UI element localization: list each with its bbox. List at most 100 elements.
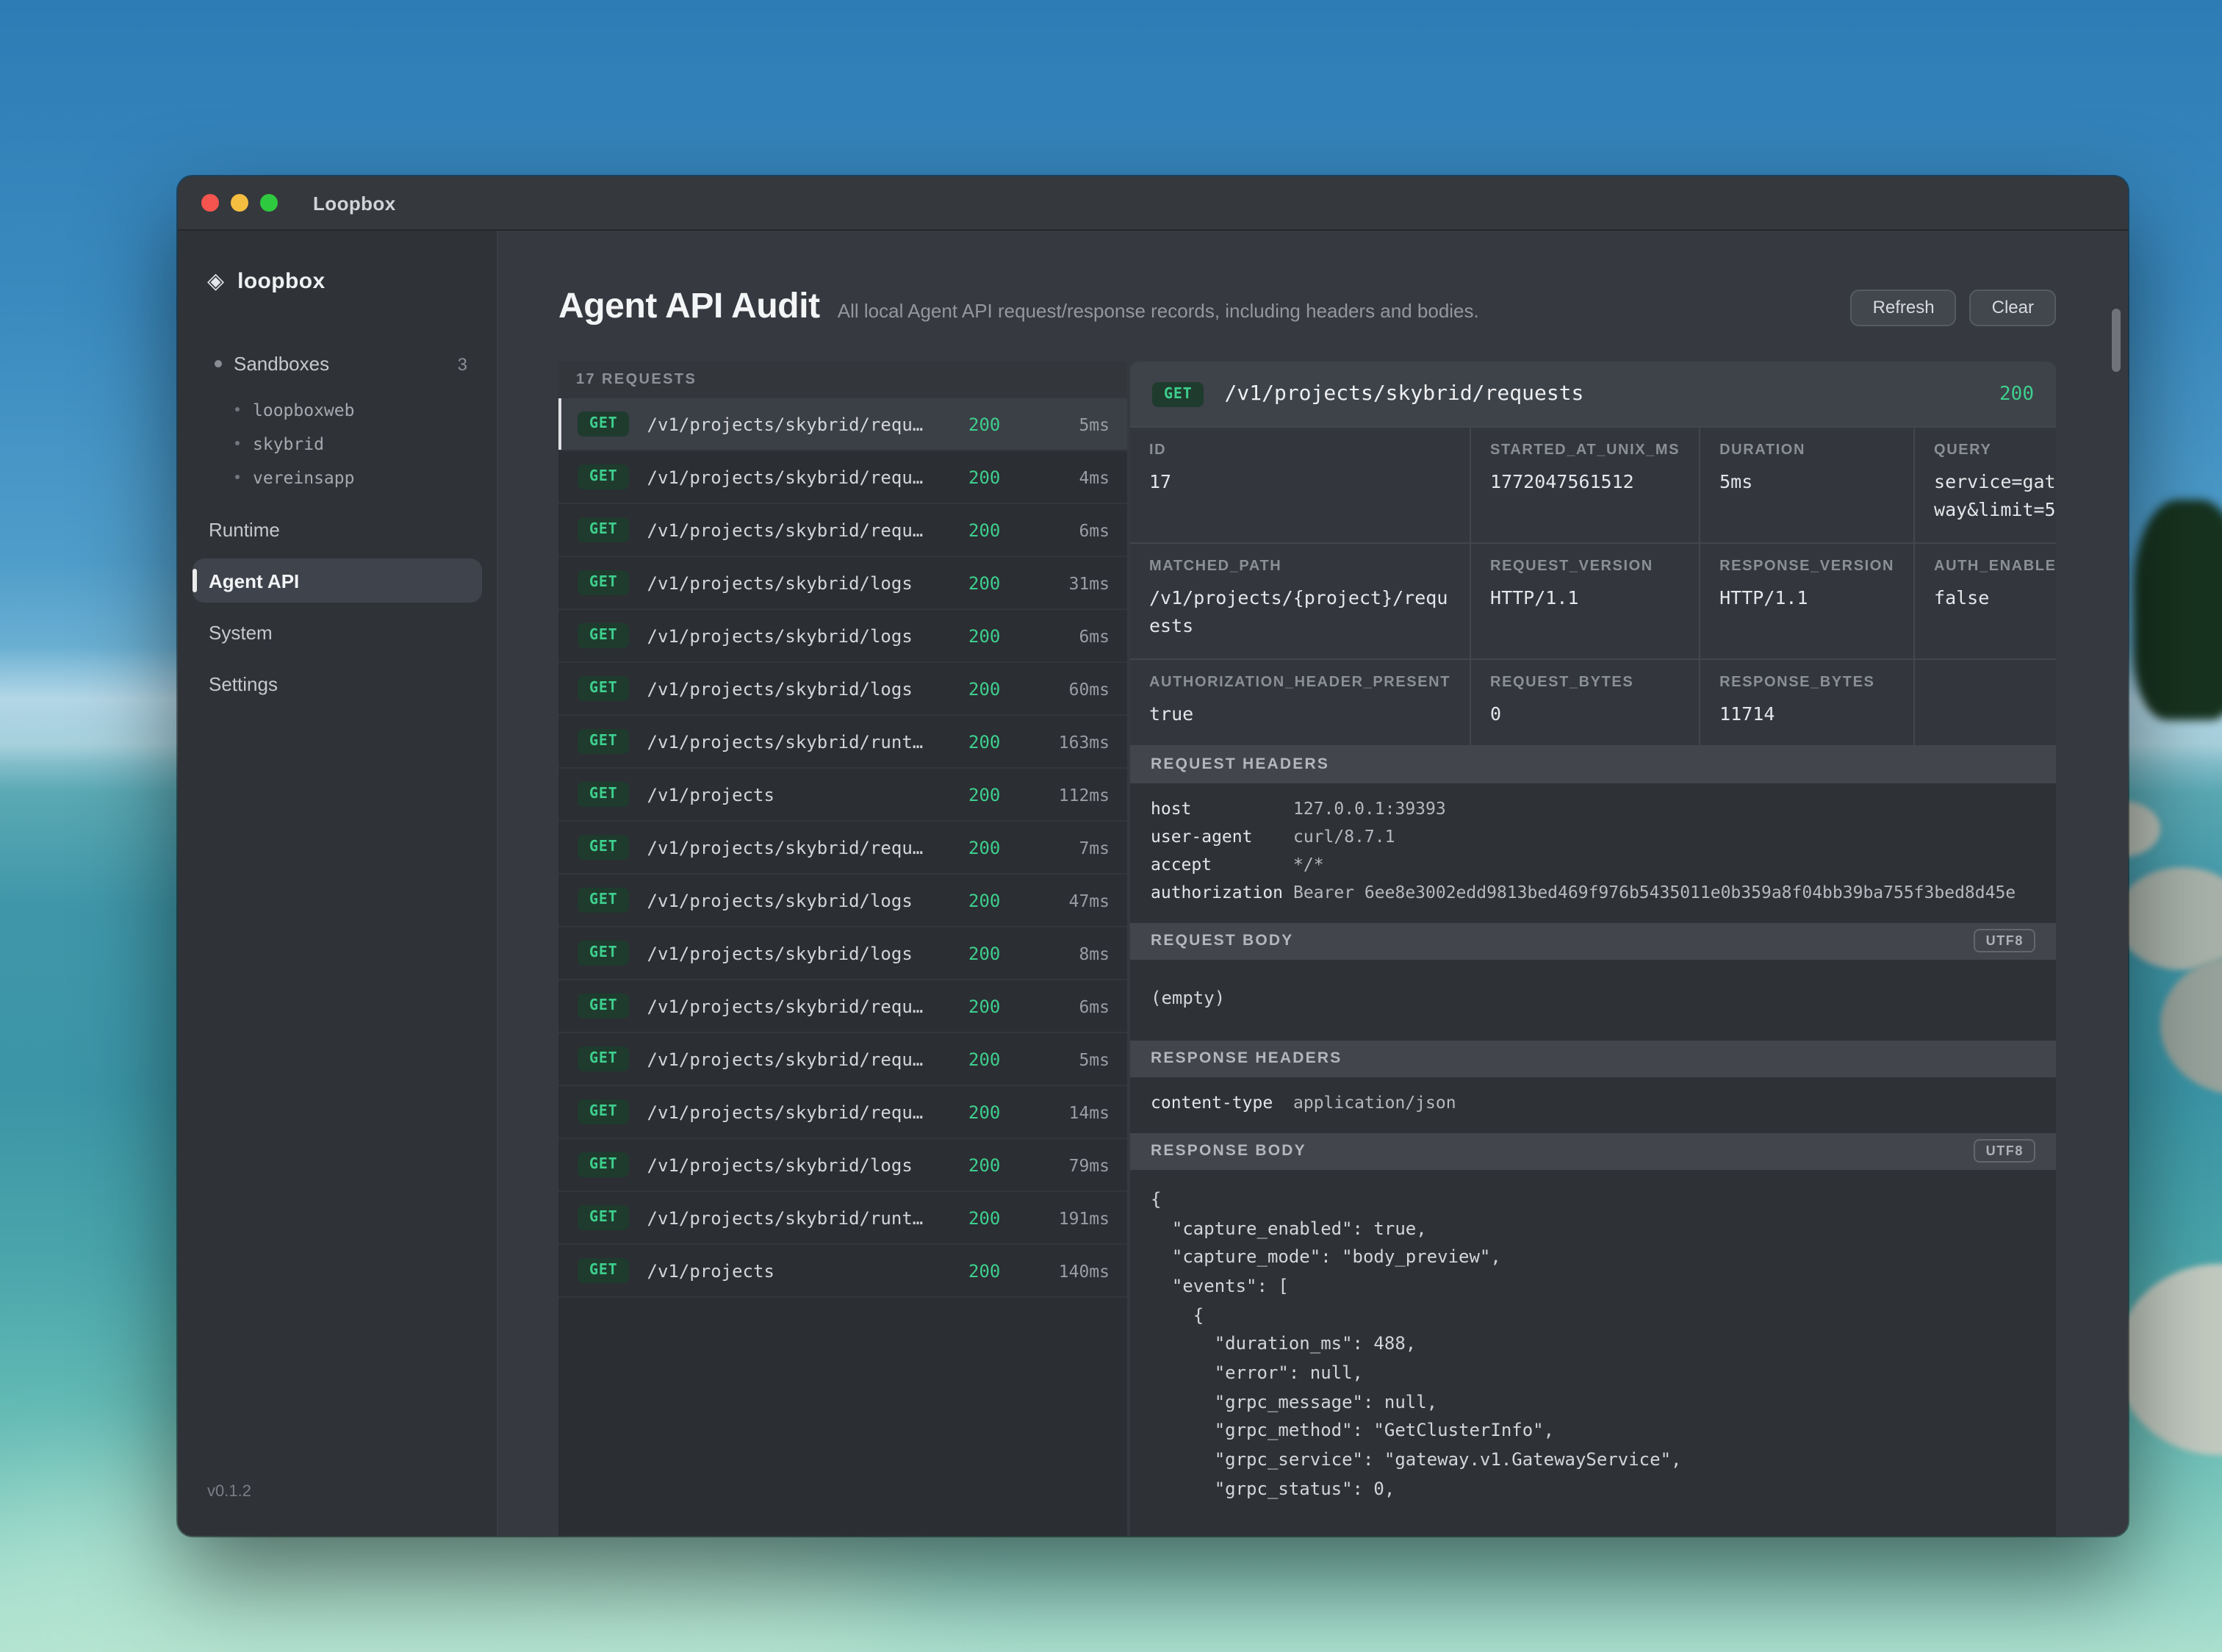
method-badge: GET [578, 782, 630, 807]
method-badge: GET [1152, 381, 1204, 406]
sidebar-nav-item[interactable]: System [193, 610, 482, 654]
minimize-button[interactable] [231, 194, 248, 212]
detail-field-cell: AUTH_ENABLED false [1915, 544, 2056, 658]
sandbox-list-item[interactable]: vereinsapp [178, 460, 497, 494]
field-value: 0 [1490, 699, 1680, 728]
header-row: authorization Bearer 6ee8e3002edd9813bed… [1130, 879, 2056, 907]
header-key: host [1151, 799, 1293, 819]
sidebar: ◈ loopbox Sandboxes 3 loopboxweb [178, 231, 498, 1536]
field-value: 11714 [1719, 699, 1894, 728]
field-label: RESPONSE_VERSION [1719, 559, 1894, 575]
request-path: /v1/projects/skybrid/logs [647, 678, 968, 699]
status-code: 200 [968, 731, 1033, 752]
sandboxes-count: 3 [458, 353, 467, 374]
method-badge: GET [578, 994, 630, 1019]
active-indicator [193, 569, 197, 592]
request-duration: 5ms [1033, 1049, 1110, 1069]
page-title: Agent API Audit [558, 287, 820, 328]
request-list-item[interactable]: GET /v1/projects/skybrid/requ… 200 4ms [558, 451, 1127, 504]
request-list-item[interactable]: GET /v1/projects/skybrid/requ… 200 6ms [558, 980, 1127, 1033]
request-list-item[interactable]: GET /v1/projects/skybrid/runt… 200 191ms [558, 1192, 1127, 1245]
refresh-button[interactable]: Refresh [1851, 289, 1957, 326]
request-list-item[interactable]: GET /v1/projects/skybrid/requ… 200 6ms [558, 504, 1127, 557]
request-duration: 163ms [1033, 731, 1110, 752]
sandbox-name: skybrid [253, 433, 324, 453]
field-value: service=gateway&limit=5 [1934, 467, 2056, 525]
sandbox-name: loopboxweb [253, 399, 355, 420]
method-badge: GET [578, 1205, 630, 1230]
header-key: content-type [1151, 1093, 1293, 1113]
detail-field-cell: RESPONSE_BYTES 11714 [1700, 659, 1913, 745]
request-path: /v1/projects/skybrid/requ… [647, 837, 968, 858]
content-columns: 17 REQUESTS GET /v1/projects/skybrid/req… [558, 362, 2056, 1536]
response-headers-list: content-type application/json [1130, 1077, 2056, 1133]
request-list-item[interactable]: GET /v1/projects/skybrid/requ… 200 5ms [558, 398, 1127, 451]
response-body-bar: RESPONSE BODY UTF8 [1130, 1133, 2056, 1170]
request-path: /v1/projects/skybrid/logs [647, 572, 968, 593]
method-badge: GET [578, 888, 630, 913]
request-list-item[interactable]: GET /v1/projects/skybrid/logs 200 47ms [558, 875, 1127, 927]
response-body-title: RESPONSE BODY [1151, 1143, 1306, 1160]
detail-fields-grid: ID 17 STARTED_AT_UNIX_MS 1772047561512 D… [1130, 426, 2056, 747]
request-list-item[interactable]: GET /v1/projects/skybrid/logs 200 6ms [558, 610, 1127, 663]
request-duration: 8ms [1033, 943, 1110, 963]
page-header: Agent API Audit All local Agent API requ… [558, 287, 2056, 328]
close-button[interactable] [201, 194, 219, 212]
detail-status-code: 200 [1999, 383, 2034, 405]
request-list-item[interactable]: GET /v1/projects 200 140ms [558, 1245, 1127, 1298]
request-duration: 60ms [1033, 678, 1110, 699]
request-path: /v1/projects/skybrid/logs [647, 1154, 968, 1175]
method-badge: GET [578, 623, 630, 648]
detail-field-cell: ID 17 [1130, 428, 1470, 542]
request-list-item[interactable]: GET /v1/projects/skybrid/logs 200 31ms [558, 557, 1127, 610]
request-duration: 191ms [1033, 1207, 1110, 1228]
request-path: /v1/projects/skybrid/logs [647, 890, 968, 911]
request-list-item[interactable]: GET /v1/projects/skybrid/logs 200 60ms [558, 663, 1127, 716]
request-path: /v1/projects/skybrid/runt… [647, 1207, 968, 1228]
request-list-item[interactable]: GET /v1/projects/skybrid/requ… 200 14ms [558, 1086, 1127, 1139]
request-list-item[interactable]: GET /v1/projects/skybrid/requ… 200 5ms [558, 1033, 1127, 1086]
status-code: 200 [968, 890, 1033, 911]
encoding-badge: UTF8 [1974, 1140, 2035, 1163]
sandbox-list-item[interactable]: skybrid [178, 426, 497, 460]
sandboxes-label: Sandboxes [234, 353, 329, 375]
request-list-item[interactable]: GET /v1/projects/skybrid/logs 200 79ms [558, 1139, 1127, 1192]
request-list-item[interactable]: GET /v1/projects/skybrid/requ… 200 7ms [558, 822, 1127, 875]
status-code: 200 [968, 1207, 1033, 1228]
stage: Loopbox ◈ loopbox Sandboxes 3 [0, 0, 2222, 1652]
detail-header: GET /v1/projects/skybrid/requests 200 [1130, 362, 2056, 426]
request-list-item[interactable]: GET /v1/projects/skybrid/logs 200 8ms [558, 927, 1127, 980]
zoom-button[interactable] [260, 194, 278, 212]
request-path: /v1/projects/skybrid/requ… [647, 414, 968, 434]
sidebar-nav-item[interactable]: Runtime [193, 507, 482, 551]
detail-request-path: /v1/projects/skybrid/requests [1225, 382, 1584, 406]
status-code: 200 [968, 520, 1033, 540]
request-duration: 6ms [1033, 625, 1110, 646]
header-value: Bearer 6ee8e3002edd9813bed469f976b543501… [1293, 883, 2016, 903]
header-row: accept */* [1130, 851, 2056, 879]
window-scrollbar-thumb[interactable] [2112, 309, 2121, 372]
request-path: /v1/projects/skybrid/logs [647, 943, 968, 963]
request-duration: 6ms [1033, 996, 1110, 1016]
detail-field-cell [1915, 659, 2056, 745]
header-value: */* [1293, 855, 1324, 875]
field-label: AUTH_ENABLED [1934, 559, 2056, 575]
encoding-badge: UTF8 [1974, 930, 2035, 953]
request-list-item[interactable]: GET /v1/projects/skybrid/runt… 200 163ms [558, 716, 1127, 769]
sidebar-nav-item[interactable]: Agent API [193, 559, 482, 603]
sandbox-list-item[interactable]: loopboxweb [178, 392, 497, 426]
traffic-lights [201, 194, 278, 212]
sidebar-nav-item[interactable]: Settings [193, 661, 482, 705]
detail-field-cell: STARTED_AT_UNIX_MS 1772047561512 [1471, 428, 1699, 542]
nav-item-label: Settings [209, 672, 278, 694]
sidebar-nav: Runtime Agent API System Settings [178, 507, 497, 705]
bullet-icon [235, 475, 240, 479]
field-value: true [1149, 699, 1450, 728]
requests-list: GET /v1/projects/skybrid/requ… 200 5ms G… [558, 398, 1127, 1536]
request-list-item[interactable]: GET /v1/projects 200 112ms [558, 769, 1127, 822]
sidebar-section-sandboxes[interactable]: Sandboxes 3 [215, 353, 467, 375]
request-duration: 5ms [1033, 414, 1110, 434]
clear-button[interactable]: Clear [1970, 289, 2056, 326]
request-path: /v1/projects/skybrid/requ… [647, 1102, 968, 1122]
request-path: /v1/projects/skybrid/logs [647, 625, 968, 646]
